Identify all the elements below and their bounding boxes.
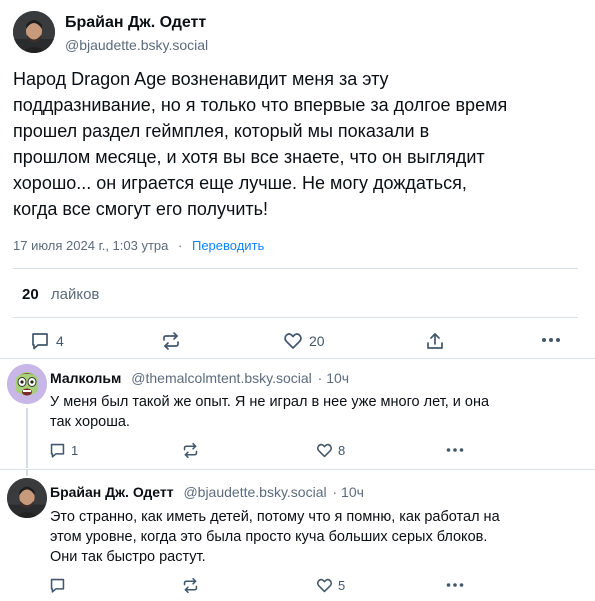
reply-header: Малкольм @themalcolmtent.bsky.social · 1…	[50, 370, 349, 386]
more-icon	[446, 581, 464, 589]
reply-author-name[interactable]: Малкольм	[50, 370, 121, 386]
thread-line	[26, 470, 28, 476]
like-count: 20	[309, 333, 325, 349]
post-text-line: Народ Dragon Age возненавидит меня за эт…	[13, 69, 389, 89]
post-meta: 17 июля 2024 г., 1:03 утра · Переводить	[13, 238, 264, 253]
reply-reply-button[interactable]	[49, 577, 71, 594]
reply-text: У меня был такой же опыт. Я не играл в н…	[50, 392, 580, 432]
reply-count: 4	[56, 333, 64, 349]
reply-header: Брайан Дж. Одетт @bjaudette.bsky.social …	[50, 484, 364, 500]
more-icon	[541, 335, 561, 345]
post-text-line: прошел раздел геймплея, который мы показ…	[13, 121, 430, 141]
reply-age[interactable]: · 10ч	[332, 484, 363, 500]
author-avatar[interactable]	[13, 11, 55, 53]
reply-button[interactable]: 4	[30, 331, 64, 351]
reply-text: Это странно, как иметь детей, потому что…	[50, 507, 590, 567]
reply-author-handle[interactable]: @themalcolmtent.bsky.social	[131, 370, 311, 386]
reply-author-name[interactable]: Брайан Дж. Одетт	[50, 484, 174, 500]
repost-icon	[182, 577, 199, 594]
share-icon	[425, 331, 445, 351]
post-text-line: прошлом месяце, и хотя вы все знаете, чт…	[13, 147, 485, 167]
divider	[0, 469, 595, 470]
share-button[interactable]	[425, 331, 445, 351]
post-text-line: когда все смогут его получить!	[13, 199, 269, 219]
translate-link[interactable]: Переводить	[192, 238, 264, 253]
divider	[13, 317, 578, 318]
meta-separator: ·	[178, 238, 183, 253]
reply-icon	[49, 577, 66, 594]
thread-line	[26, 408, 28, 468]
reply-text-line: У меня был такой же опыт. Я не играл в н…	[50, 394, 490, 410]
post-text-line: хорошо... он играется еще лучше. Не могу…	[13, 173, 467, 193]
repost-icon	[182, 442, 199, 459]
like-button[interactable]: 20	[283, 331, 325, 351]
likes-label: лайков	[50, 286, 100, 303]
reply-avatar[interactable]	[7, 364, 47, 404]
reply-avatar[interactable]	[7, 478, 47, 518]
heart-icon	[316, 577, 333, 594]
reply-age[interactable]: · 10ч	[318, 370, 349, 386]
repost-icon	[161, 331, 181, 351]
reply-more-button[interactable]	[446, 446, 464, 454]
divider	[13, 268, 578, 269]
more-button[interactable]	[541, 335, 561, 345]
reply-more-button[interactable]	[446, 581, 464, 589]
post-text: Народ Dragon Age возненавидит меня за эт…	[13, 66, 588, 222]
reply-repost-button[interactable]	[182, 442, 199, 459]
post-timestamp[interactable]: 17 июля 2024 г., 1:03 утра	[13, 238, 168, 253]
reply-like-count: 5	[338, 578, 346, 593]
reply-text-line: Они так быстро растут.	[50, 549, 206, 565]
reply-repost-button[interactable]	[182, 577, 199, 594]
author-handle[interactable]: @bjaudette.bsky.social	[65, 37, 208, 53]
likes-summary[interactable]: 20 лайков	[22, 286, 99, 303]
reply-reply-button[interactable]: 1	[49, 442, 78, 459]
likes-count: 20	[22, 286, 39, 303]
post-text-line: поддразнивание, но я только что впервые …	[13, 95, 508, 115]
reply-like-button[interactable]: 8	[316, 442, 345, 459]
reply-icon	[30, 331, 50, 351]
reply-icon	[49, 442, 66, 459]
more-icon	[446, 446, 464, 454]
reply-reply-count: 1	[71, 443, 79, 458]
reply-like-count: 8	[338, 443, 346, 458]
reply-text-line: этом уровне, когда это была просто куча …	[50, 529, 488, 545]
reply-like-button[interactable]: 5	[316, 577, 345, 594]
reply-author-handle[interactable]: @bjaudette.bsky.social	[183, 484, 326, 500]
heart-icon	[316, 442, 333, 459]
reply-text-line: Это странно, как иметь детей, потому что…	[50, 509, 500, 525]
reply-text-line: так хороша.	[50, 414, 130, 430]
heart-icon	[283, 331, 303, 351]
divider	[0, 358, 595, 359]
repost-button[interactable]	[161, 331, 181, 351]
author-name[interactable]: Брайан Дж. Одетт	[65, 14, 206, 32]
